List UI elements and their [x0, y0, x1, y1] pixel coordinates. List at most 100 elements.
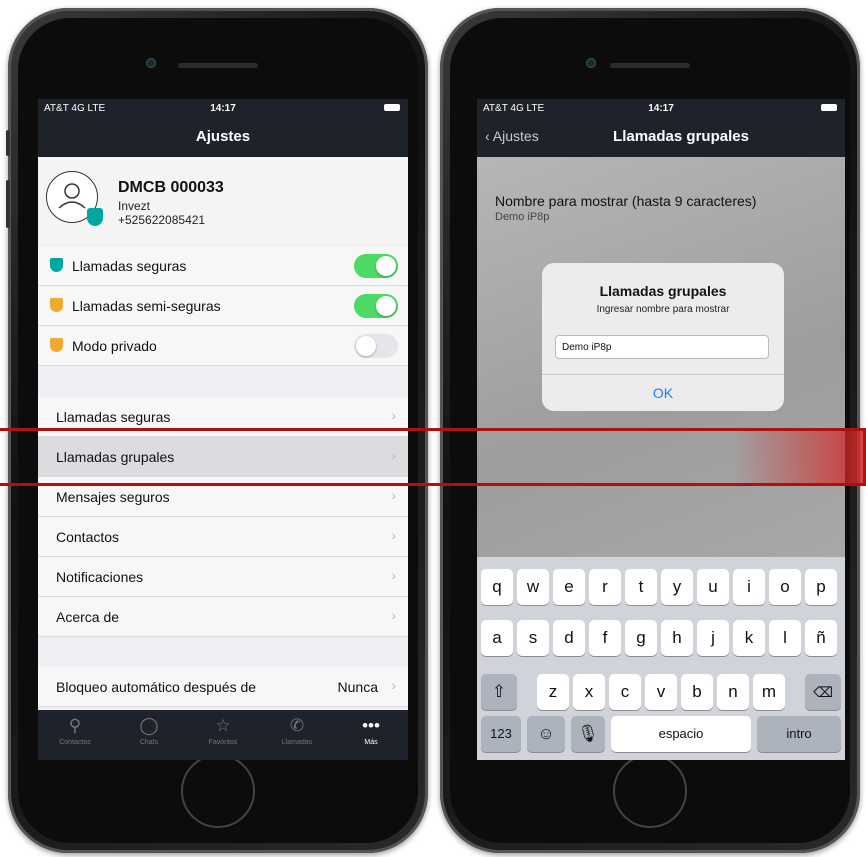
tab-more[interactable]: ••• Más — [334, 710, 408, 760]
key-v[interactable]: v — [645, 674, 677, 710]
numbers-key[interactable]: 123 — [481, 716, 521, 752]
status-time: 14:17 — [648, 103, 674, 114]
chevron-right-icon: › — [391, 447, 396, 463]
shield-icon — [50, 298, 63, 312]
key-d[interactable]: d — [553, 620, 585, 656]
menu-item-label: Acerca de — [56, 609, 120, 625]
volume-up-button — [6, 180, 10, 228]
key-b[interactable]: b — [681, 674, 713, 710]
key-q[interactable]: q — [481, 569, 513, 605]
status-bar: AT&T 4G LTE 14:17 — [38, 99, 408, 117]
key-t[interactable]: t — [625, 569, 657, 605]
key-j[interactable]: j — [697, 620, 729, 656]
alert-dialog: Llamadas grupales Ingresar nombre para m… — [542, 263, 784, 411]
navigation-bar: Ajustes — [38, 117, 408, 157]
tab-contacts[interactable]: ⚲ Contactos — [38, 710, 112, 760]
autolock-row[interactable]: Bloqueo automático después de Nunca › — [38, 667, 408, 707]
backspace-icon: ⌫ — [813, 684, 833, 700]
shift-key[interactable]: ⇧ — [481, 674, 517, 710]
menu-item-label: Llamadas grupales — [56, 449, 175, 465]
toggle-row-secure-calls: Llamadas seguras — [38, 246, 408, 286]
toggle-label: Llamadas semi-seguras — [72, 298, 221, 314]
battery-icon — [384, 104, 400, 111]
status-time: 14:17 — [210, 103, 236, 114]
key-a[interactable]: a — [481, 620, 513, 656]
dictation-key[interactable]: 🎙 — [571, 716, 605, 752]
chevron-right-icon: › — [391, 487, 396, 503]
tab-bar: ⚲ Contactos ◯ Chats ☆ Favoritos ✆ Llamadas •… — [38, 710, 408, 760]
left-screen: AT&T 4G LTE 14:17 Ajustes DMCB 000033 In… — [38, 99, 408, 760]
tab-chats[interactable]: ◯ Chats — [112, 710, 186, 760]
shield-icon — [50, 338, 63, 352]
space-key[interactable]: espacio — [611, 716, 751, 752]
profile-card[interactable]: DMCB 000033 Invezt +525622085421 — [38, 157, 408, 245]
key-h[interactable]: h — [661, 620, 693, 656]
toggle-label: Llamadas seguras — [72, 258, 187, 274]
key-ñ[interactable]: ñ — [805, 620, 837, 656]
chevron-right-icon: › — [391, 607, 396, 623]
display-name-field-value: Demo iP8p — [495, 211, 550, 223]
chevron-right-icon: › — [391, 677, 396, 693]
key-i[interactable]: i — [733, 569, 765, 605]
key-u[interactable]: u — [697, 569, 729, 605]
key-e[interactable]: e — [553, 569, 585, 605]
key-n[interactable]: n — [717, 674, 749, 710]
secure-calls-toggle[interactable] — [354, 254, 398, 278]
key-p[interactable]: p — [805, 569, 837, 605]
front-camera — [146, 58, 156, 68]
key-g[interactable]: g — [625, 620, 657, 656]
semi-secure-calls-toggle[interactable] — [354, 294, 398, 318]
key-f[interactable]: f — [589, 620, 621, 656]
earpiece-speaker — [178, 63, 258, 68]
return-key[interactable]: intro — [757, 716, 841, 752]
chat-bubble-icon: ◯ — [139, 716, 159, 735]
display-name-input[interactable]: Demo iP8p — [555, 335, 769, 359]
key-y[interactable]: y — [661, 569, 693, 605]
home-button[interactable] — [613, 754, 687, 828]
alert-title: Llamadas grupales — [599, 283, 727, 299]
phone-icon: ✆ — [289, 716, 305, 735]
ok-button[interactable]: OK — [542, 385, 784, 401]
menu-item-contacts[interactable]: Contactos › — [38, 517, 408, 557]
private-mode-toggle[interactable] — [354, 334, 398, 358]
tab-calls[interactable]: ✆ Llamadas — [260, 710, 334, 760]
keyboard: qwertyuiop asdfghjklñ zxcvbnm ⇧ ⌫ 123 ☺ … — [477, 557, 845, 760]
key-c[interactable]: c — [609, 674, 641, 710]
key-m[interactable]: m — [753, 674, 785, 710]
more-dots-icon: ••• — [362, 716, 380, 735]
menu-item-notifications[interactable]: Notificaciones › — [38, 557, 408, 597]
key-r[interactable]: r — [589, 569, 621, 605]
mute-switch — [6, 130, 10, 156]
emoji-key[interactable]: ☺ — [527, 716, 565, 752]
navigation-bar: ‹ Ajustes Llamadas grupales — [477, 117, 845, 157]
chevron-right-icon: › — [391, 567, 396, 583]
home-button[interactable] — [181, 754, 255, 828]
key-x[interactable]: x — [573, 674, 605, 710]
key-l[interactable]: l — [769, 620, 801, 656]
page-title: Llamadas grupales — [613, 128, 749, 145]
menu-item-label: Llamadas seguras — [56, 409, 171, 425]
alert-message: Ingresar nombre para mostrar — [596, 304, 730, 315]
shield-icon — [87, 208, 103, 226]
key-k[interactable]: k — [733, 620, 765, 656]
menu-item-label: Contactos — [56, 529, 120, 545]
chevron-right-icon: › — [391, 527, 396, 543]
menu-item-about[interactable]: Acerca de › — [38, 597, 408, 637]
autolock-label: Bloqueo automático después de — [56, 679, 257, 695]
key-s[interactable]: s — [517, 620, 549, 656]
profile-name: DMCB 000033 — [118, 179, 224, 196]
autolock-value: Nunca — [337, 679, 378, 695]
tab-favorites[interactable]: ☆ Favoritos — [186, 710, 260, 760]
key-o[interactable]: o — [769, 569, 801, 605]
key-z[interactable]: z — [537, 674, 569, 710]
menu-item-group-calls[interactable]: Llamadas grupales › — [38, 437, 408, 477]
shield-icon — [50, 258, 63, 272]
right-screen: AT&T 4G LTE 14:17 ‹ Ajustes Llamadas gru… — [477, 99, 845, 760]
delete-key[interactable]: ⌫ — [805, 674, 841, 710]
menu-item-secure-calls[interactable]: Llamadas seguras › — [38, 397, 408, 437]
menu-item-secure-messages[interactable]: Mensajes seguros › — [38, 477, 408, 517]
display-name-field-title: Nombre para mostrar (hasta 9 caracteres) — [495, 193, 757, 209]
key-w[interactable]: w — [517, 569, 549, 605]
page-title: Ajustes — [195, 128, 251, 145]
microphone-icon: 🎙 — [577, 724, 599, 743]
